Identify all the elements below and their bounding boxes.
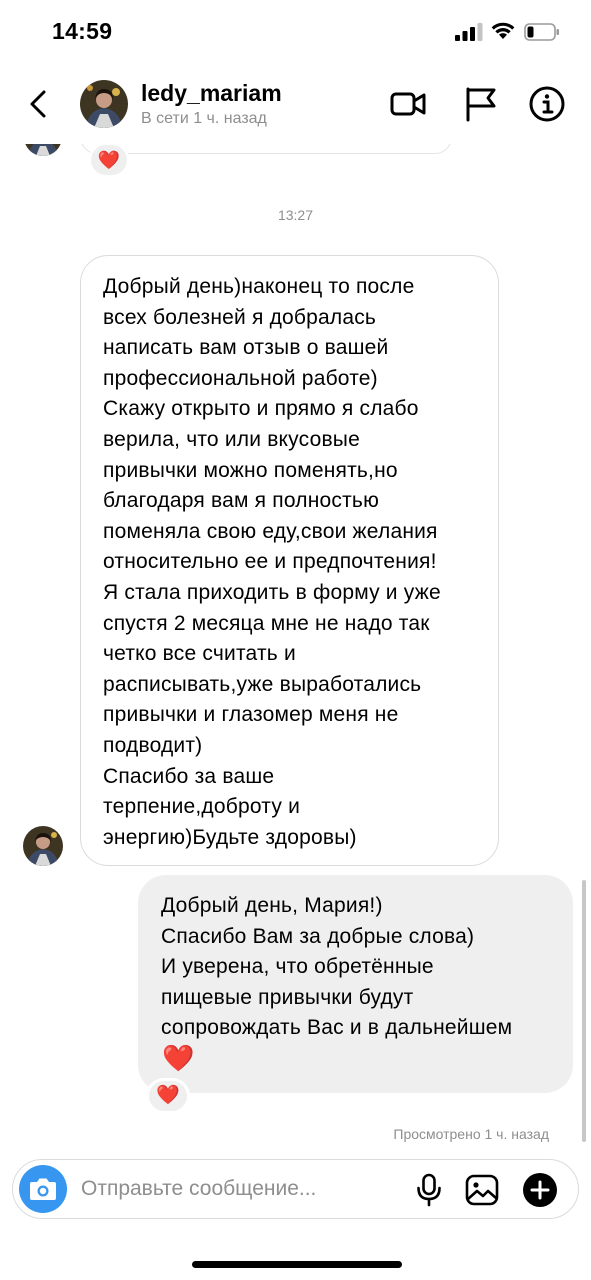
heart-icon: ❤️ [156,1085,180,1106]
heart-reaction[interactable]: ❤️ [146,1078,190,1114]
wifi-icon [491,22,515,39]
info-icon[interactable] [527,84,567,124]
outgoing-message-bubble[interactable]: Добрый день, Мария!) Спасибо Вам за добр… [138,875,573,1093]
online-status: В сети 1 ч. назад [141,110,267,127]
avatar[interactable] [80,80,128,128]
sender-avatar[interactable] [23,826,63,866]
gallery-icon[interactable] [464,1172,500,1208]
back-icon[interactable] [24,84,56,124]
chat-header: ledy_mariam В сети 1 ч. назад [0,64,591,144]
profile-photo [80,80,128,128]
heart-icon: ❤️ [97,150,121,170]
chat-username[interactable]: ledy_mariam [141,80,282,107]
profile-photo [23,826,63,866]
battery-icon [524,23,559,41]
incoming-message-text: Добрый день)наконец то после всех болезн… [103,275,441,849]
outgoing-message-text: Добрый день, Мария!) Спасибо Вам за добр… [161,894,513,1040]
seen-status: Просмотрено 1 ч. назад [393,1126,549,1142]
home-indicator[interactable] [192,1261,402,1268]
status-time: 14:59 [52,18,113,44]
heart-emoji: ❤️ [162,1043,195,1073]
message-timestamp: 13:27 [277,207,314,223]
video-call-icon[interactable] [388,84,428,124]
heart-reaction[interactable]: ❤️ [89,143,129,177]
camera-button[interactable] [19,1165,67,1213]
plus-icon[interactable] [522,1172,558,1208]
microphone-icon[interactable] [411,1172,447,1208]
message-composer [12,1159,579,1219]
status-bar: 14:59 [0,0,591,64]
incoming-message-bubble[interactable]: Добрый день)наконец то после всех болезн… [80,255,499,866]
scrollbar[interactable] [582,880,586,1142]
message-input[interactable] [81,1160,401,1218]
flag-icon[interactable] [461,84,501,124]
camera-icon [30,1178,56,1200]
cellular-signal-icon [455,23,483,41]
